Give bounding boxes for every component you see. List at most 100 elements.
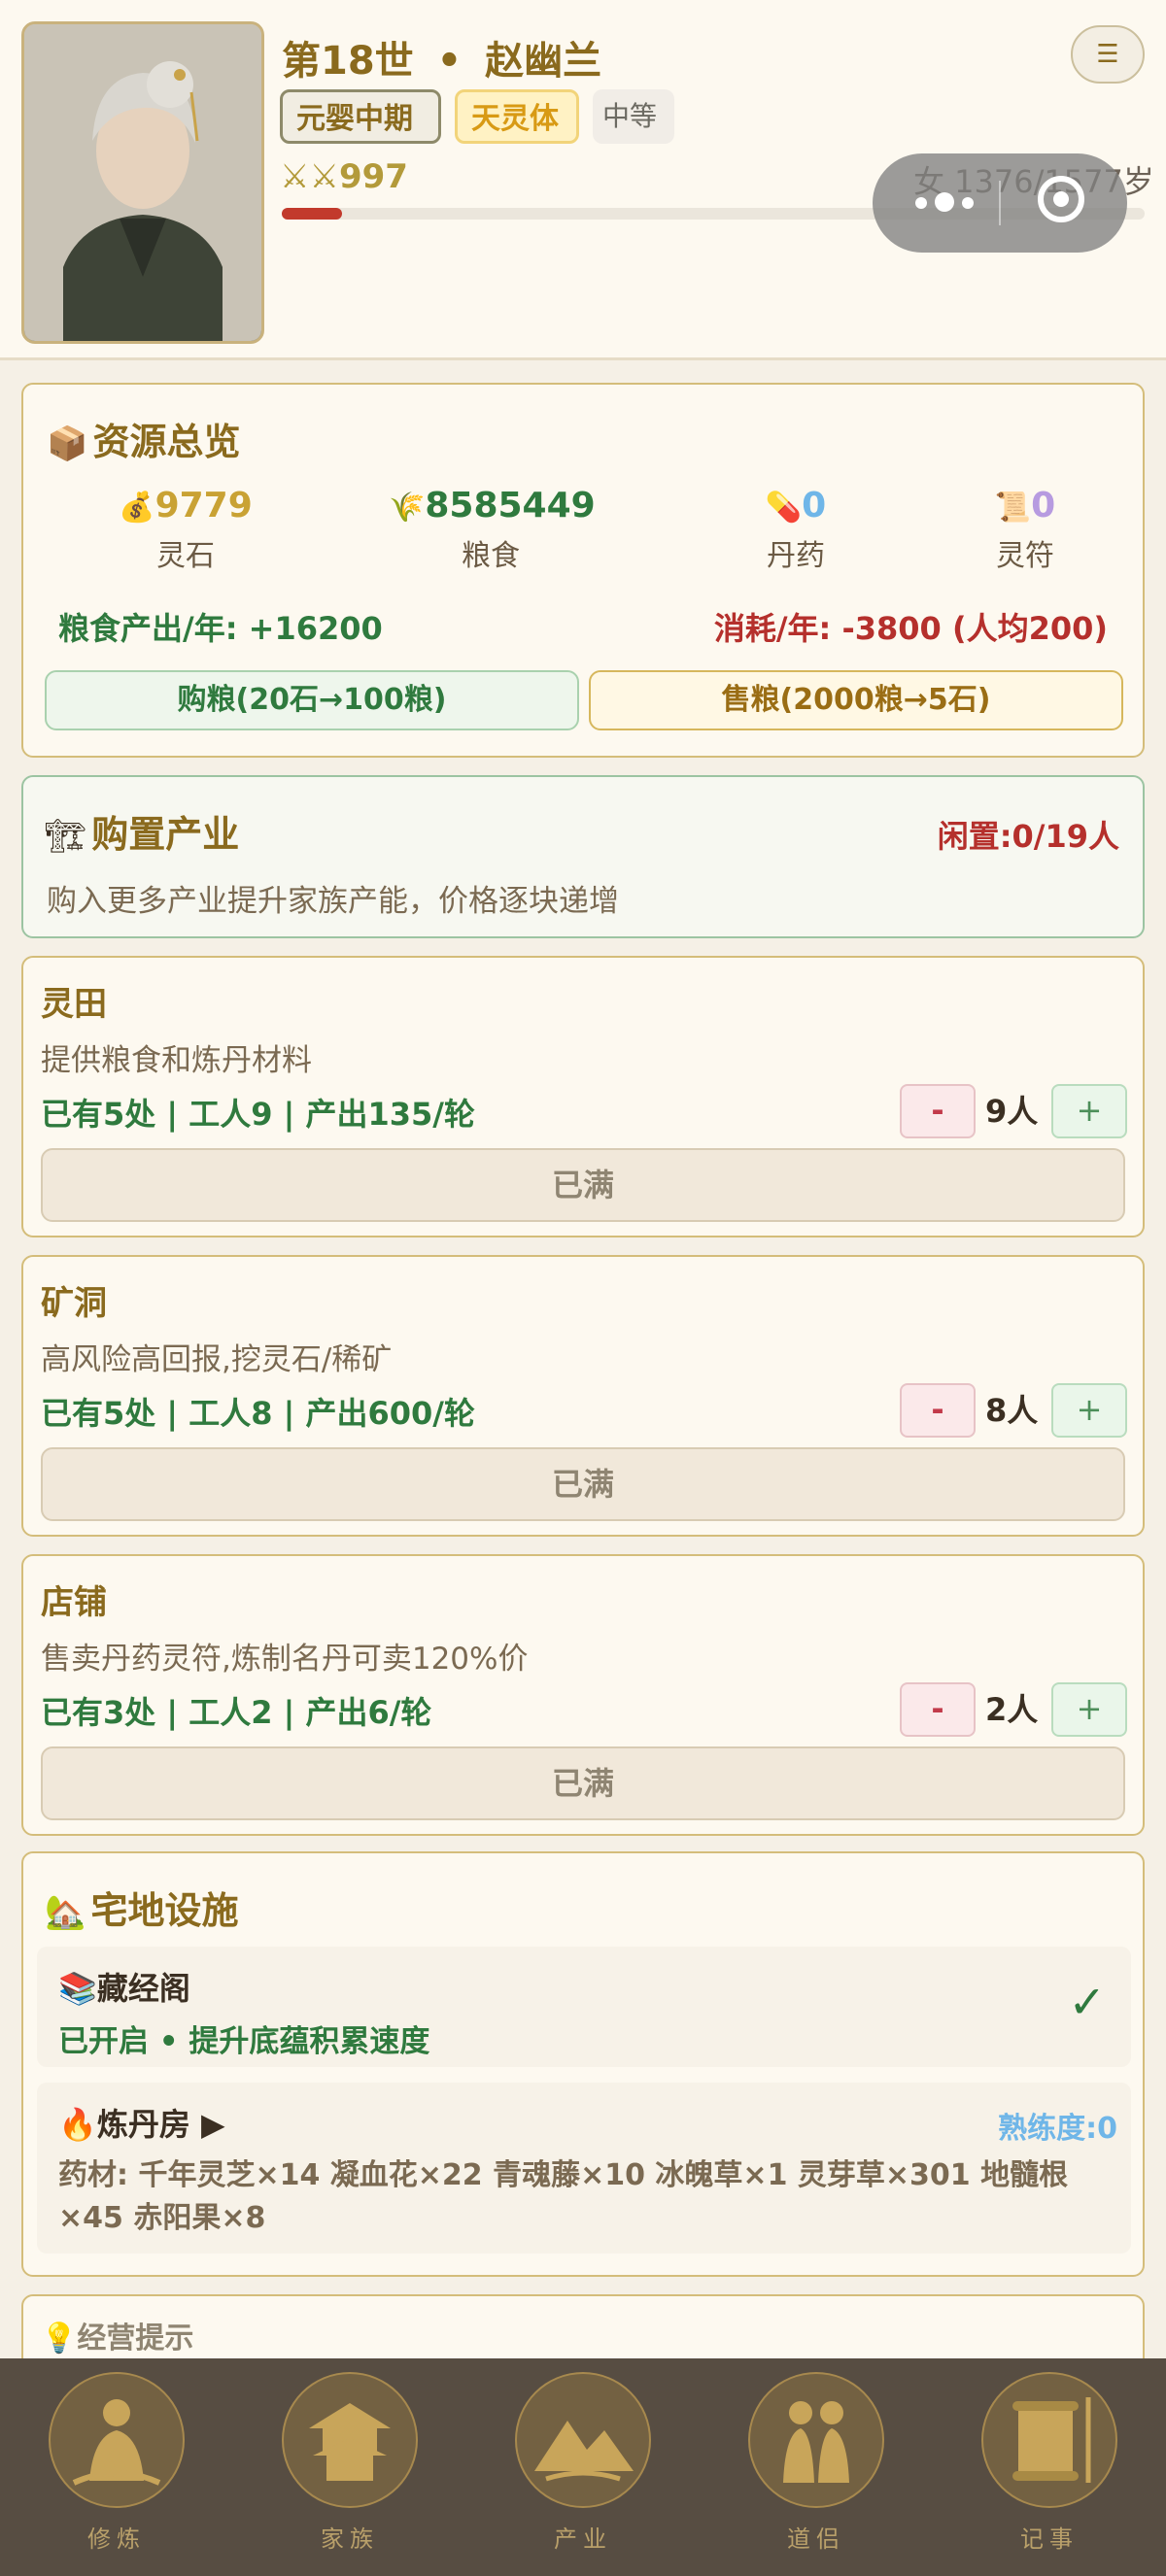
nav-industry[interactable]: 产业 xyxy=(466,2358,700,2576)
worker-count: 9人 xyxy=(985,1093,1039,1130)
purchase-description: 购入更多产业提升家族产能，价格逐块递增 xyxy=(47,884,619,919)
library-name-row: 📚藏经阁 xyxy=(58,1964,190,2009)
nav-partner[interactable]: 道侣 xyxy=(700,2358,933,2576)
alchemy-name-row: 🔥炼丹房 ▶ xyxy=(58,2100,225,2145)
nav-cultivate[interactable]: 修炼 xyxy=(0,2358,233,2576)
capsule-divider xyxy=(999,181,1001,225)
nav-label: 家族 xyxy=(321,2525,379,2553)
box-icon: 📦 xyxy=(47,424,88,463)
scroll-icon: 📜 xyxy=(994,491,1032,525)
remove-worker-button[interactable]: - xyxy=(900,1383,976,1438)
nav-label: 记事 xyxy=(1020,2525,1079,2553)
pill-icon: 💊 xyxy=(765,491,803,525)
worker-count: 2人 xyxy=(985,1691,1039,1728)
alchemy-facility[interactable]: 🔥炼丹房 ▶ 熟练度:0 药材: 千年灵芝×14 凝血花×22 青魂藤×10 冰… xyxy=(37,2083,1131,2254)
estate-facilities-card: 🏡 宅地设施 📚藏经阁 已开启 • 提升底蕴积累速度 ✓ 🔥炼丹房 ▶ 熟练度:… xyxy=(21,1851,1145,2277)
combat-power-value: 997 xyxy=(338,157,408,196)
scroll-record-icon xyxy=(981,2372,1117,2508)
nav-label: 产业 xyxy=(554,2525,612,2553)
purchase-property-card: 🏗 购置产业 闲置:0/19人 购入更多产业提升家族产能，价格逐块递增 xyxy=(21,775,1145,938)
talismans-label: 灵符 xyxy=(996,539,1054,573)
lifespan-bar-fill xyxy=(282,208,343,220)
industry-stats: 已有5处 | 工人8 | 产出600/轮 xyxy=(41,1395,475,1432)
library-name: 藏经阁 xyxy=(96,1970,190,2007)
nav-clan[interactable]: 家族 xyxy=(233,2358,466,2576)
industry-full-button[interactable]: 已满 xyxy=(41,1746,1125,1820)
bottom-navigation: 修炼 家族 产业 道侣 记事 xyxy=(0,2358,1166,2576)
grain-value: 8585449 xyxy=(425,486,596,525)
add-worker-button[interactable]: + xyxy=(1051,1682,1127,1737)
library-facility[interactable]: 📚藏经阁 已开启 • 提升底蕴积累速度 ✓ xyxy=(37,1947,1131,2067)
more-dots-icon[interactable] xyxy=(915,189,983,217)
books-icon: 📚 xyxy=(58,1970,97,2007)
industry-name: 灵田 xyxy=(41,985,107,1024)
elder-woman-portrait-icon xyxy=(24,24,261,341)
remove-worker-button[interactable]: - xyxy=(900,1682,976,1737)
character-title: 第18世 • 赵幽兰 xyxy=(282,29,601,85)
industry-card-spirit-field: 灵田 提供粮食和炼丹材料 已有5处 | 工人9 | 产出135/轮 - 9人 +… xyxy=(21,956,1145,1237)
nav-label: 道侣 xyxy=(787,2525,845,2553)
fire-icon: 🔥 xyxy=(58,2106,97,2143)
crossed-swords-icon: ⚔⚔ xyxy=(280,157,339,196)
spirit-stone-label: 灵石 xyxy=(156,539,215,573)
couple-icon xyxy=(748,2372,884,2508)
resource-grain: 🌾8585449 粮食 xyxy=(389,486,596,574)
character-header: 第18世 • 赵幽兰 元婴中期 天灵体 中等 ⚔⚔997 女 1376/1577… xyxy=(0,0,1166,360)
grain-icon: 🌾 xyxy=(389,491,426,525)
industry-full-button[interactable]: 已满 xyxy=(41,1148,1125,1222)
menu-icon: ☰ xyxy=(1096,40,1119,69)
pavilion-icon xyxy=(282,2372,418,2508)
alchemy-materials: 药材: 千年灵芝×14 凝血花×22 青魂藤×10 冰魄草×1 灵芽草×301 … xyxy=(58,2158,1069,2235)
landscape-icon xyxy=(515,2372,651,2508)
resource-spirit-stone: 💰9779 灵石 xyxy=(84,486,288,574)
estate-title: 宅地设施 xyxy=(90,1889,239,1932)
talismans-value: 0 xyxy=(1031,486,1056,525)
worker-count: 8人 xyxy=(985,1392,1039,1429)
crane-icon: 🏗 xyxy=(45,817,87,856)
character-portrait[interactable] xyxy=(21,21,264,344)
resource-talismans: 📜0 灵符 xyxy=(923,486,1127,574)
purchase-title: 购置产业 xyxy=(91,813,240,856)
pills-label: 丹药 xyxy=(767,539,825,573)
add-worker-button[interactable]: + xyxy=(1051,1383,1127,1438)
character-name: 赵幽兰 xyxy=(485,39,602,84)
grade-tag: 中等 xyxy=(593,89,674,144)
industry-full-button[interactable]: 已满 xyxy=(41,1447,1125,1521)
grain-consumption: 消耗/年: -3800 (人均200) xyxy=(713,610,1108,647)
resources-header: 📦 资源总览 xyxy=(47,412,240,465)
remove-worker-button[interactable]: - xyxy=(900,1084,976,1138)
resource-pills: 💊0 丹药 xyxy=(694,486,898,574)
nav-chronicle[interactable]: 记事 xyxy=(933,2358,1166,2576)
industry-name: 矿洞 xyxy=(41,1284,107,1323)
industry-card-mine: 矿洞 高风险高回报,挖灵石/稀矿 已有5处 | 工人8 | 产出600/轮 - … xyxy=(21,1255,1145,1537)
industry-description: 售卖丹药灵符,炼制名丹可卖120%价 xyxy=(41,1642,529,1677)
idle-workers: 闲置:0/19人 xyxy=(937,818,1119,855)
industry-stats: 已有5处 | 工人9 | 产出135/轮 xyxy=(41,1096,475,1133)
lightbulb-icon: 💡 xyxy=(41,2322,78,2356)
grain-production: 粮食产出/年: +16200 xyxy=(58,610,383,647)
close-circle-icon[interactable] xyxy=(1038,176,1084,222)
nav-label: 修炼 xyxy=(87,2525,146,2553)
menu-button[interactable]: ☰ xyxy=(1071,25,1145,84)
purchase-header: 🏗 购置产业 xyxy=(45,804,239,858)
buy-grain-button[interactable]: 购粮(20石→100粮) xyxy=(45,670,579,730)
tips-title: 经营提示 xyxy=(77,2322,194,2356)
house-icon: 🏡 xyxy=(45,1893,86,1932)
sell-grain-button[interactable]: 售粮(2000粮→5石) xyxy=(589,670,1123,730)
alchemy-name[interactable]: 炼丹房 ▶ xyxy=(97,2106,225,2143)
miniprogram-capsule[interactable] xyxy=(873,153,1127,253)
tips-header: 💡经营提示 xyxy=(41,2314,193,2356)
alchemy-proficiency: 熟练度:0 xyxy=(998,2112,1117,2146)
add-worker-button[interactable]: + xyxy=(1051,1084,1127,1138)
spirit-stone-value: 9779 xyxy=(154,486,253,525)
money-bag-icon: 💰 xyxy=(119,491,155,525)
industry-card-shop: 店铺 售卖丹药灵符,炼制名丹可卖120%价 已有3处 | 工人2 | 产出6/轮… xyxy=(21,1554,1145,1836)
combat-power: ⚔⚔997 xyxy=(280,157,408,196)
library-status: 已开启 • 提升底蕴积累速度 xyxy=(58,2024,430,2059)
title-separator: • xyxy=(436,39,463,84)
estate-header: 🏡 宅地设施 xyxy=(45,1881,238,1934)
resources-title: 资源总览 xyxy=(92,421,241,463)
pills-value: 0 xyxy=(802,486,827,525)
generation-text: 第18世 xyxy=(282,39,414,84)
industry-name: 店铺 xyxy=(41,1583,107,1622)
